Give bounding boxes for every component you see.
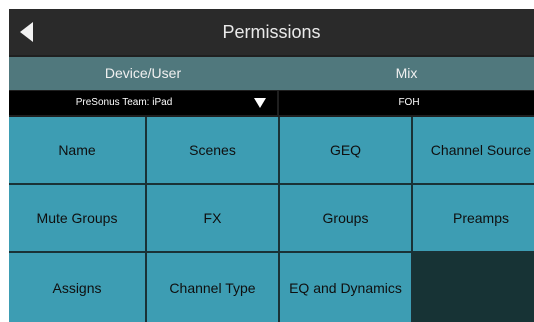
tile-channel-source[interactable]: Channel Source xyxy=(413,117,534,183)
mix-header: Mix xyxy=(395,65,418,81)
page-title: Permissions xyxy=(222,22,321,42)
tile-groups[interactable]: Groups xyxy=(280,185,411,251)
column-headers: Device/User Mix xyxy=(9,57,534,90)
device-user-dropdown[interactable]: PreSonus Team: iPad xyxy=(9,91,277,115)
device-user-value: PreSonus Team: iPad xyxy=(75,97,173,108)
tile-scenes[interactable]: Scenes xyxy=(147,117,278,183)
mix-dropdown[interactable]: FOH xyxy=(279,91,534,115)
mix-value: FOH xyxy=(398,97,420,108)
tile-channel-type[interactable]: Channel Type xyxy=(147,253,278,322)
tile-geq[interactable]: GEQ xyxy=(280,117,411,183)
tile-name[interactable]: Name xyxy=(9,117,145,183)
tile-mute-groups[interactable]: Mute Groups xyxy=(9,185,145,251)
permission-grid: Name Scenes GEQ Channel Source Mute Grou… xyxy=(9,117,534,322)
dropdown-arrow-icon xyxy=(254,98,266,108)
tile-fx[interactable]: FX xyxy=(147,185,278,251)
title-bar: Permissions xyxy=(9,9,534,55)
permissions-screen: Permissions Device/User Mix PreSonus Tea… xyxy=(9,9,534,322)
tile-empty xyxy=(413,253,534,322)
tile-eq-and-dynamics[interactable]: EQ and Dynamics xyxy=(280,253,411,322)
device-user-header: Device/User xyxy=(104,65,182,81)
tile-preamps[interactable]: Preamps xyxy=(413,185,534,251)
tile-assigns[interactable]: Assigns xyxy=(9,253,145,322)
selector-row: PreSonus Team: iPad FOH xyxy=(9,91,534,116)
